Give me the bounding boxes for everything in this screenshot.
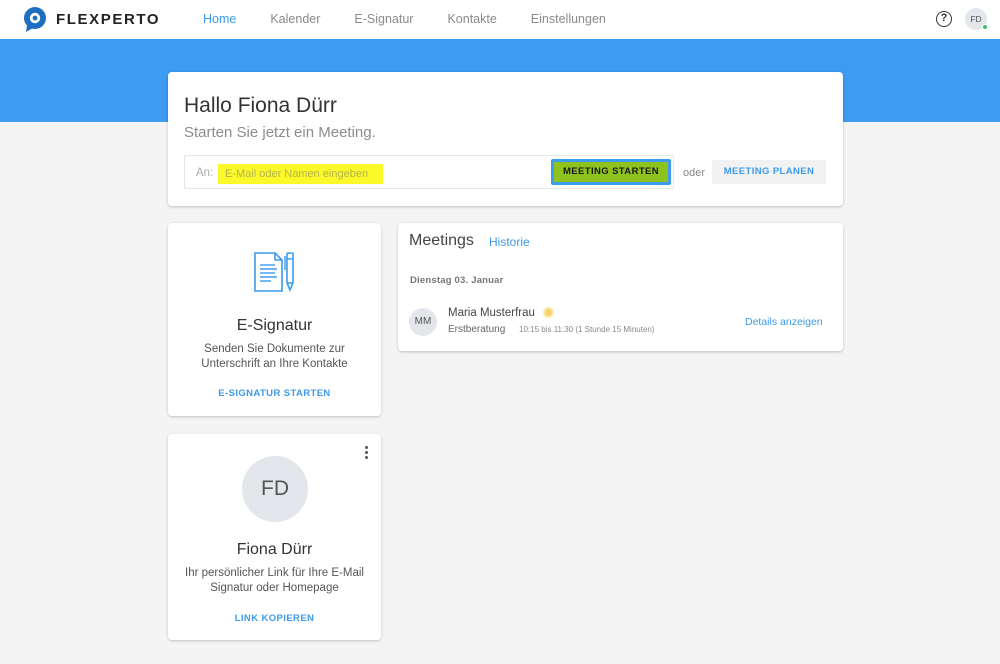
document-pen-icon [254, 252, 294, 293]
main-nav: Home Kalender E-Signatur Kontakte Einste… [203, 12, 640, 26]
flexperto-logo-icon[interactable] [22, 6, 48, 32]
nav-item-home[interactable]: Home [203, 12, 236, 26]
meetings-card: Meetings Historie Dienstag 03. Januar MM… [398, 223, 843, 351]
top-navigation-bar: FLEXPERTO Home Kalender E-Signatur Konta… [0, 0, 1000, 39]
or-separator: oder [683, 167, 706, 179]
participant-status-icon [543, 307, 554, 318]
meeting-plan-button[interactable]: MEETING PLANEN [712, 160, 826, 184]
help-icon[interactable]: ? [936, 11, 952, 27]
meeting-participant-avatar: MM [409, 308, 437, 336]
profile-name: Fiona Dürr [236, 541, 313, 558]
meeting-start-button[interactable]: MEETING STARTEN [551, 159, 671, 185]
e-signatur-title: E-Signatur [236, 317, 313, 334]
greeting-card: Hallo Fiona Dürr Starten Sie jetzt ein M… [168, 72, 843, 206]
brand-name[interactable]: FLEXPERTO [56, 11, 160, 28]
profile-description: Ihr persönlicher Link für Ihre E-Mail Si… [185, 567, 364, 594]
recipient-prefix-label: An: [196, 167, 214, 179]
online-status-indicator [982, 24, 988, 30]
meeting-details-link[interactable]: Details anzeigen [745, 316, 823, 328]
profile-card: FD Fiona Dürr Ihr persönlicher Link für … [168, 434, 381, 640]
nav-item-kontakte[interactable]: Kontakte [447, 12, 496, 26]
meeting-start-label: MEETING STARTEN [554, 162, 668, 182]
recipient-email-input[interactable] [218, 164, 383, 184]
greeting-title: Hallo Fiona Dürr [184, 94, 337, 117]
meeting-time: 10:15 bis 11:30 (1 Stunde 15 Minuten) [519, 325, 655, 334]
copy-link-button[interactable]: LINK KOPIEREN [168, 613, 381, 624]
profile-avatar: FD [242, 456, 308, 522]
meeting-participant-name: Maria Musterfrau [448, 307, 535, 319]
e-signatur-description: Senden Sie Dokumente zur Unterschrift an… [201, 343, 348, 370]
nav-item-e-signatur[interactable]: E-Signatur [354, 12, 413, 26]
e-signatur-start-button[interactable]: E-SIGNATUR STARTEN [168, 388, 381, 399]
meetings-history-link[interactable]: Historie [489, 235, 530, 249]
meeting-type: Erstberatung [448, 324, 506, 335]
e-signatur-card: E-Signatur Senden Sie Dokumente zur Unte… [168, 223, 381, 416]
greeting-subtitle: Starten Sie jetzt ein Meeting. [184, 124, 376, 141]
nav-item-kalender[interactable]: Kalender [270, 12, 320, 26]
meetings-title: Meetings [409, 232, 474, 249]
nav-item-einstellungen[interactable]: Einstellungen [531, 12, 606, 26]
meeting-date-heading: Dienstag 03. Januar [410, 275, 504, 286]
more-options-icon[interactable] [365, 446, 369, 460]
